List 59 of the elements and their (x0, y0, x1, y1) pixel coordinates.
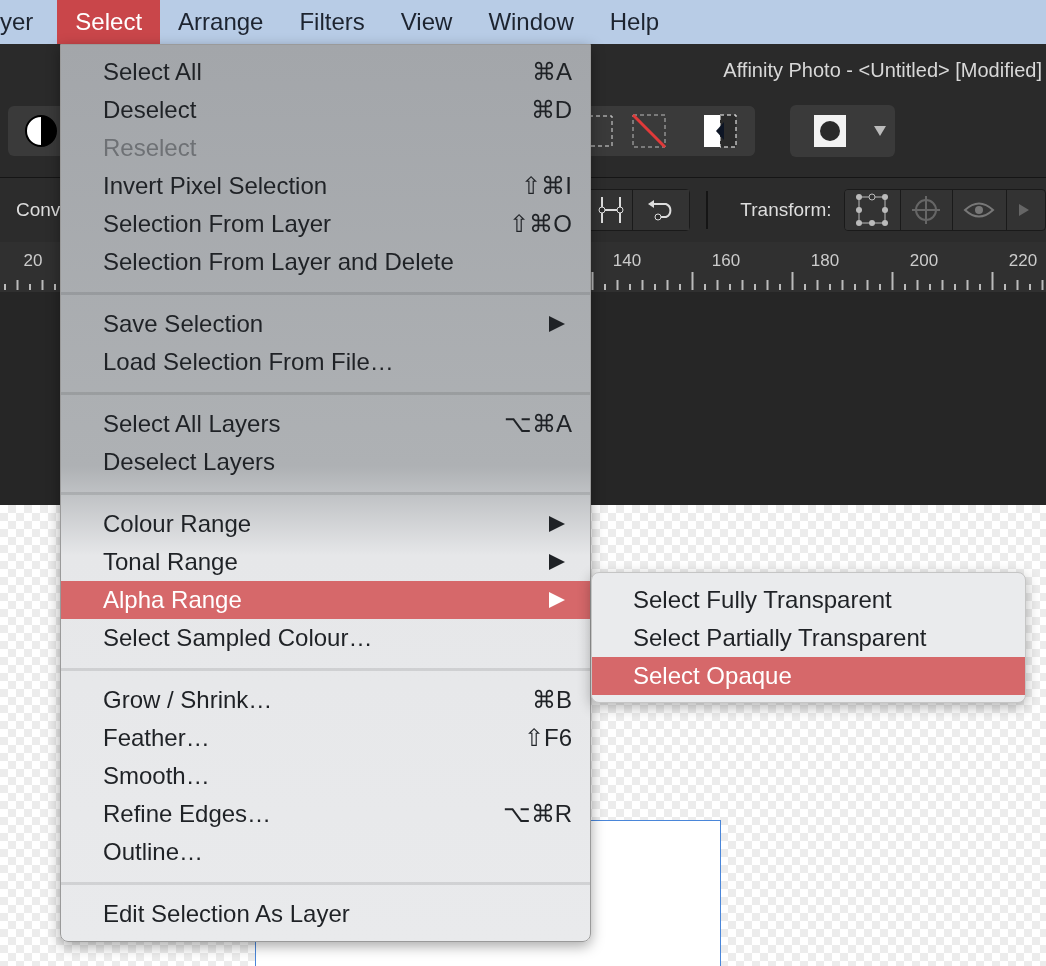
shortcut-label: ⌘D (530, 95, 572, 125)
menu-item[interactable]: Deselect ⌘D (61, 91, 590, 129)
menu-item[interactable]: Selection From Layer ⇧⌘O (61, 205, 590, 243)
ruler-label: 220 (1008, 250, 1038, 272)
submenu-arrow-icon (548, 515, 566, 533)
node-icon (598, 195, 627, 225)
menu-item[interactable]: Invert Pixel Selection ⇧⌘I (61, 167, 590, 205)
quick-mask-icon (703, 114, 737, 148)
menu-item[interactable]: Feather… ⇧F6 (61, 719, 590, 757)
shortcut-label: ⌥⌘A (504, 409, 572, 439)
menu-item[interactable]: Deselect Layers (61, 443, 590, 481)
no-selection-icon (632, 114, 666, 148)
toolbar-label: Transform: (740, 197, 832, 222)
menubar-item[interactable]: Select (57, 0, 161, 44)
submenu-arrow-icon (548, 315, 566, 333)
ruler-label: 200 (909, 250, 939, 272)
menu-item[interactable]: Select Fully Transparent (592, 581, 1025, 619)
menu-item[interactable]: Select All Layers ⌥⌘A (61, 405, 590, 443)
menu-item[interactable]: Refine Edges… ⌥⌘R (61, 795, 590, 833)
shortcut-label: ⌘B (532, 685, 572, 715)
shortcut-label: ⇧F6 (524, 723, 572, 753)
menu-item[interactable]: Save Selection (61, 305, 590, 343)
toolbar-label: Conv (16, 197, 61, 222)
half-circle-icon (24, 114, 58, 148)
menubar-item[interactable]: Arrange (160, 0, 282, 44)
menu-item[interactable]: Grow / Shrink… ⌘B (61, 681, 590, 719)
menubar-item[interactable]: Help (591, 0, 678, 44)
shortcut-label: ⌥⌘R (502, 799, 572, 829)
menubar-item[interactable]: Window (470, 0, 592, 44)
menu-item[interactable]: Selection From Layer and Delete (61, 243, 590, 281)
bounding-box-icon (855, 193, 889, 227)
ruler-label: 140 (612, 250, 642, 272)
mask-icon (814, 115, 846, 147)
menu-item[interactable]: Smooth… (61, 757, 590, 795)
menu-item[interactable]: Load Selection From File… (61, 343, 590, 381)
mask-dropdown-button[interactable] (790, 105, 895, 157)
submenu-arrow-icon (548, 591, 566, 609)
submenu-arrow-icon (548, 553, 566, 571)
menu-item[interactable]: Tonal Range (61, 543, 590, 581)
menubar-item[interactable]: yer (0, 0, 58, 44)
ruler-label: 180 (810, 250, 840, 272)
menu-item[interactable]: Outline… (61, 833, 590, 871)
menu-item[interactable]: Edit Selection As Layer (61, 895, 590, 933)
menu-item[interactable]: Colour Range (61, 505, 590, 543)
menubar-item[interactable]: View (382, 0, 471, 44)
caret-icon (874, 126, 886, 136)
toolbar-button[interactable] (8, 106, 60, 156)
crosshair-icon (911, 195, 941, 225)
menubar-item[interactable]: Filters (281, 0, 383, 44)
shortcut-label: ⌘A (532, 57, 572, 87)
ruler-label: 20 (23, 250, 43, 272)
menu-item[interactable]: Select All ⌘A (61, 53, 590, 91)
toolbar-button[interactable] (844, 190, 901, 230)
shortcut-label: ⇧⌘I (521, 171, 572, 201)
window-title: Affinity Photo - <Untitled> [Modified] (723, 58, 1042, 83)
shortcut-label: ⇧⌘O (509, 209, 572, 239)
ruler-label: 160 (711, 250, 741, 272)
menu-item[interactable]: Select Partially Transparent (592, 619, 1025, 657)
menu-item[interactable]: Select Sampled Colour… (61, 619, 590, 657)
